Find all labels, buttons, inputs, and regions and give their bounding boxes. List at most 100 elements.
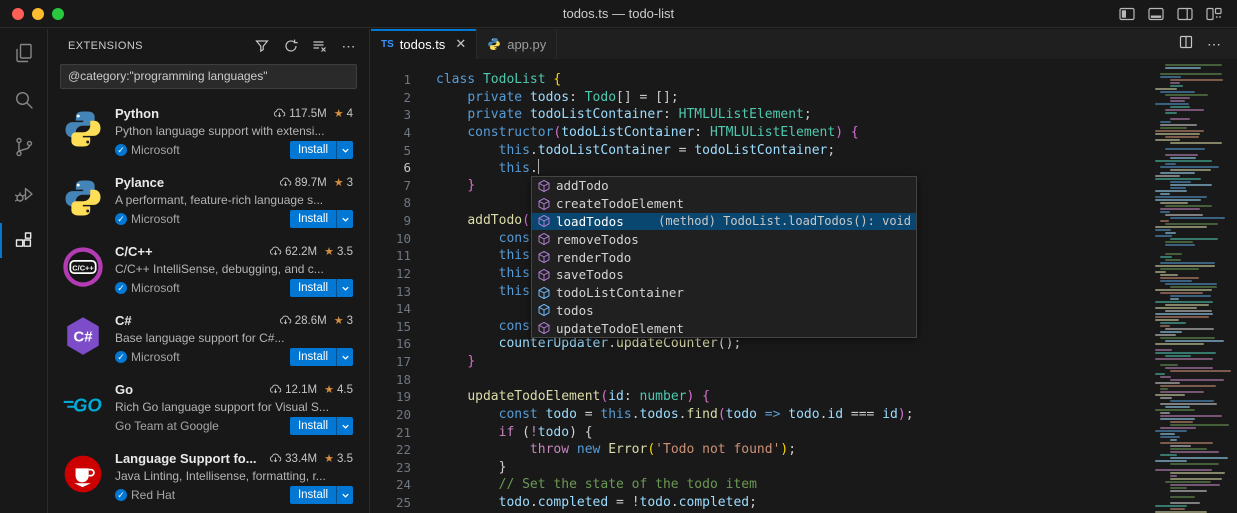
suggest-item-removeTodos[interactable]: removeTodos (532, 230, 916, 248)
suggest-label: updateTodoElement (556, 321, 684, 336)
refresh-icon[interactable] (281, 36, 301, 56)
line-number: 1 (371, 71, 411, 89)
download-count-icon (279, 314, 292, 327)
install-dropdown-icon[interactable] (336, 279, 353, 297)
code-area: 1class TodoList {2 private todos: Todo[]… (371, 59, 1237, 513)
extension-row[interactable]: Python117.5M★4Python language support wi… (48, 96, 369, 165)
activity-item-run-debug[interactable] (0, 170, 47, 217)
activity-item-source-control[interactable] (0, 123, 47, 170)
toggle-secondary-sidebar-icon[interactable] (1176, 5, 1194, 23)
line-number: 18 (371, 371, 411, 389)
toggle-primary-sidebar-icon[interactable] (1118, 5, 1136, 23)
download-count: 12.1M (285, 384, 317, 396)
publisher-name: Microsoft (131, 212, 180, 226)
suggest-label: todoListContainer (556, 285, 684, 300)
suggest-item-addTodo[interactable]: addTodo (532, 177, 916, 195)
code-line: 5 this.todoListContainer = todoListConta… (371, 142, 1147, 160)
install-button[interactable]: Install (290, 279, 353, 297)
line-number: 11 (371, 247, 411, 265)
suggest-item-saveTodos[interactable]: saveTodos (532, 266, 916, 284)
line-number: 4 (371, 124, 411, 142)
install-dropdown-icon[interactable] (336, 486, 353, 504)
extension-row[interactable]: Pylance89.7M★3A performant, feature-rich… (48, 165, 369, 234)
csharp-logo-icon: C# (62, 315, 104, 357)
extension-description: Python language support with extensi... (115, 124, 353, 138)
extension-row[interactable]: Language Support fo...33.4M★3.5Java Lint… (48, 441, 369, 510)
code-line: 19 updateTodoElement(id: number) { (371, 388, 1147, 406)
line-number: 14 (371, 300, 411, 318)
install-button[interactable]: Install (290, 348, 353, 366)
suggest-label: removeTodos (556, 232, 639, 247)
suggest-item-loadTodos[interactable]: loadTodos(method) TodoList.loadTodos(): … (532, 213, 916, 231)
suggest-label: loadTodos (556, 214, 624, 229)
install-button[interactable]: Install (290, 210, 353, 228)
install-button[interactable]: Install (290, 486, 353, 504)
window-title: todos.ts — todo-list (0, 0, 1237, 28)
activity-item-extensions[interactable] (0, 217, 47, 264)
editor-more-actions-icon[interactable]: ⋯ (1207, 36, 1222, 53)
download-count: 28.6M (295, 315, 327, 327)
extension-row[interactable]: C#C#28.6M★3Base language support for C#.… (48, 303, 369, 372)
install-dropdown-icon[interactable] (336, 348, 353, 366)
suggest-item-renderTodo[interactable]: renderTodo (532, 248, 916, 266)
tab-label: app.py (507, 37, 546, 52)
split-editor-icon[interactable] (1178, 34, 1194, 55)
extension-row[interactable]: GOGo12.1M★4.5Rich Go language support fo… (48, 372, 369, 441)
activity-bar (0, 29, 48, 513)
download-count-icon (273, 107, 286, 120)
install-dropdown-icon[interactable] (336, 210, 353, 228)
rating-value: 3.5 (337, 246, 353, 258)
extension-name: C/C++ (115, 244, 153, 259)
rating-value: 4 (347, 108, 353, 120)
line-number: 8 (371, 194, 411, 212)
suggest-item-todos[interactable]: todos (532, 302, 916, 320)
code-line: 24 // Set the state of the todo item (371, 476, 1147, 494)
more-actions-icon[interactable]: ⋯ (339, 36, 359, 56)
install-dropdown-icon[interactable] (336, 141, 353, 159)
extension-name: Python (115, 106, 159, 121)
line-number: 25 (371, 494, 411, 512)
clear-extension-search-icon[interactable] (310, 36, 330, 56)
activity-item-search[interactable] (0, 76, 47, 123)
install-button[interactable]: Install (290, 417, 353, 435)
suggest-item-updateTodoElement[interactable]: updateTodoElement (532, 319, 916, 337)
code-line: 23 } (371, 459, 1147, 477)
suggest-label: saveTodos (556, 267, 624, 282)
code-line: 25 todo.completed = !todo.completed; (371, 494, 1147, 512)
filter-icon[interactable] (252, 36, 272, 56)
minimap[interactable] (1148, 59, 1237, 513)
extension-row[interactable]: C/C++C/C++62.2M★3.5C/C++ IntelliSense, d… (48, 234, 369, 303)
suggest-item-createTodoElement[interactable]: createTodoElement (532, 195, 916, 213)
download-count: 62.2M (285, 246, 317, 258)
toggle-panel-icon[interactable] (1147, 5, 1165, 23)
extension-description: C/C++ IntelliSense, debugging, and c... (115, 262, 353, 276)
sidebar-header: EXTENSIONS ⋯ (48, 29, 369, 63)
tab-app-py[interactable]: app.py (477, 29, 557, 59)
rating-value: 3 (347, 315, 353, 327)
extensions-list: Python117.5M★4Python language support wi… (48, 96, 369, 513)
publisher-name: Microsoft (131, 143, 180, 157)
line-number: 20 (371, 406, 411, 424)
publisher-name: Microsoft (131, 350, 180, 364)
star-icon: ★ (324, 383, 334, 396)
verified-publisher-icon: ✓ (115, 489, 127, 501)
suggest-label: addTodo (556, 178, 609, 193)
extension-name: Go (115, 382, 133, 397)
tab-label: todos.ts (400, 37, 446, 52)
install-button[interactable]: Install (290, 141, 353, 159)
customize-layout-icon[interactable] (1205, 5, 1223, 23)
activity-item-explorer[interactable] (0, 29, 47, 76)
close-tab-icon[interactable]: ✕ (455, 36, 466, 52)
go-logo-icon: GO (62, 384, 104, 426)
line-number: 16 (371, 335, 411, 353)
symbol-method-icon (536, 231, 552, 247)
tab-todos-ts[interactable]: TS todos.ts ✕ (371, 29, 477, 59)
suggest-label: todos (556, 303, 594, 318)
suggest-item-todoListContainer[interactable]: todoListContainer (532, 284, 916, 302)
extensions-search-input[interactable]: @category:"programming languages" (60, 64, 357, 89)
install-dropdown-icon[interactable] (336, 417, 353, 435)
download-count: 33.4M (285, 453, 317, 465)
line-number: 10 (371, 230, 411, 248)
extension-description: Rich Go language support for Visual S... (115, 400, 353, 414)
line-number: 22 (371, 441, 411, 459)
